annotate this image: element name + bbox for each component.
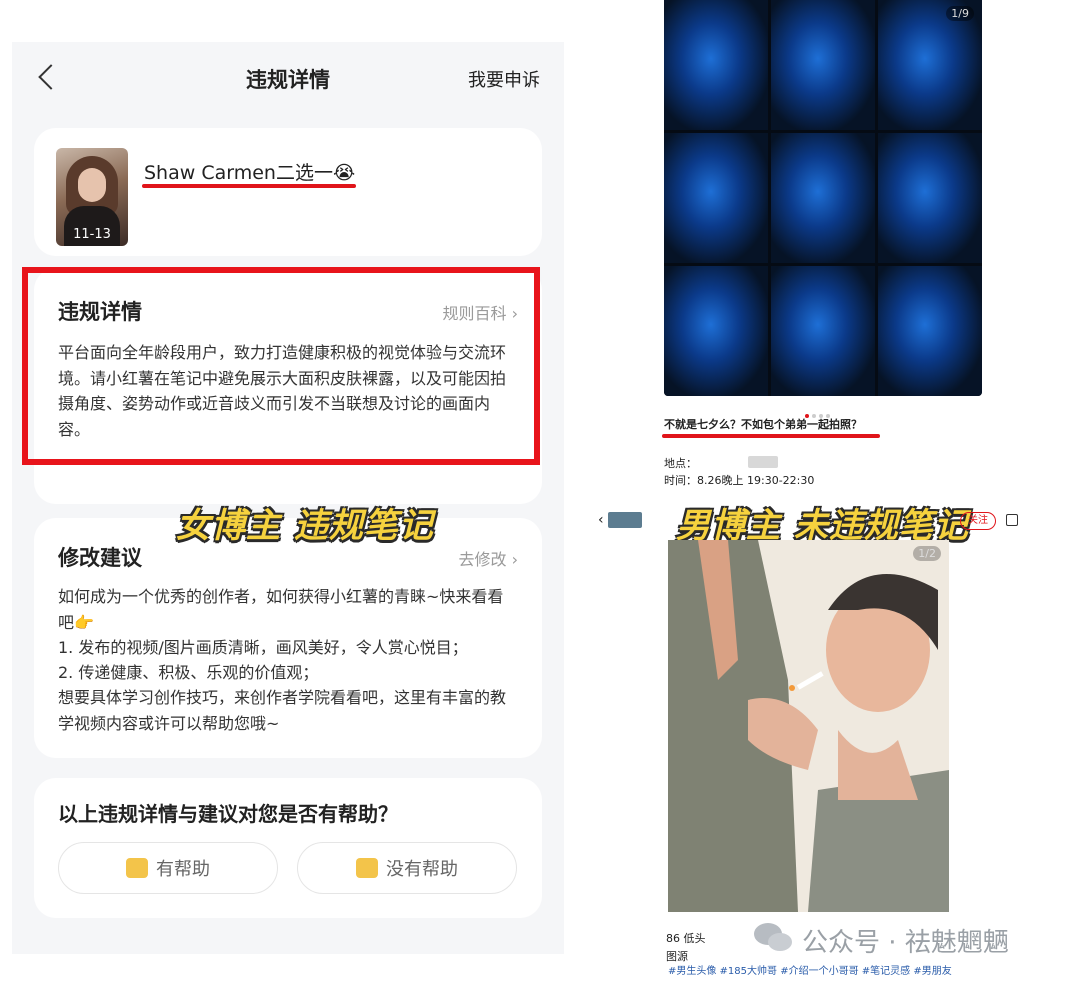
watermark-text: 公众号 · 祛魅魍魉 [802,928,1009,958]
location-label: 地点： [664,457,697,470]
illustration-image[interactable]: 1/2 [668,540,949,912]
highlight-box [22,267,540,465]
thumbnail-face [78,168,106,202]
image-counter: 1/2 [913,546,941,561]
not-helpful-label: 没有帮助 [386,859,458,880]
share-icon[interactable] [1006,514,1018,526]
appeal-button[interactable]: 我要申诉 [468,66,540,92]
suggestion-line: 想要具体学习创作技巧，来创作者学院看看吧，这里有丰富的教学视频内容或许可以帮助您… [58,688,507,733]
suggestion-line: 1. 发布的视频/图片画质清晰，画风美好，令人赏心悦目； [58,638,468,657]
note-card[interactable]: 11-13 Shaw Carmen二选一😭 [34,128,542,256]
suggestion-line: 2. 传递健康、积极、乐观的价值观； [58,663,319,682]
blurred-location [748,456,778,468]
suggestion-line: 如何成为一个优秀的创作者，如何获得小红薯的青睐~快来看看吧👉 [58,587,504,632]
image-counter: 1/9 [946,6,974,21]
hashtag-row[interactable]: #男生头像 #185大帅哥 #介绍一个小哥哥 #笔记灵感 #男朋友 [668,962,952,977]
red-underline [662,434,880,438]
time-text: 时间：8.26晚上 19:30-22:30 [664,474,815,487]
thumbs-up-icon [126,858,148,878]
back-icon[interactable]: ‹ [598,512,604,528]
helpful-label: 有帮助 [156,859,210,880]
illustration-svg [668,540,949,912]
post-caption: 不就是七夕么？不如包个弟弟一起拍照？ [664,418,862,431]
thumbnail-date: 11-13 [73,227,111,242]
red-underline [142,184,356,188]
thumbs-down-icon [356,858,378,878]
helpful-button[interactable]: 有帮助 [58,842,278,894]
note-thumbnail[interactable]: 11-13 [56,148,128,246]
suggestion-card: 修改建议 去修改 › 如何成为一个优秀的创作者，如何获得小红薯的青睐~快来看看吧… [34,518,542,758]
feedback-question: 以上违规详情与建议对您是否有帮助？ [58,802,398,826]
suggestion-title: 修改建议 [58,546,142,570]
avatar[interactable] [608,512,642,528]
photo-grid-image[interactable]: 1/9 [664,0,982,396]
wechat-icon [754,923,792,951]
likes-text: 86 低头 [666,932,706,945]
not-helpful-button[interactable]: 没有帮助 [297,842,517,894]
go-edit-link[interactable]: 去修改 › [459,546,519,570]
female-caption: 女博主 违规笔记 [176,506,434,546]
follow-button[interactable]: 关注 [960,512,996,530]
note-username: Shaw Carmen二选一😭 [144,162,356,184]
